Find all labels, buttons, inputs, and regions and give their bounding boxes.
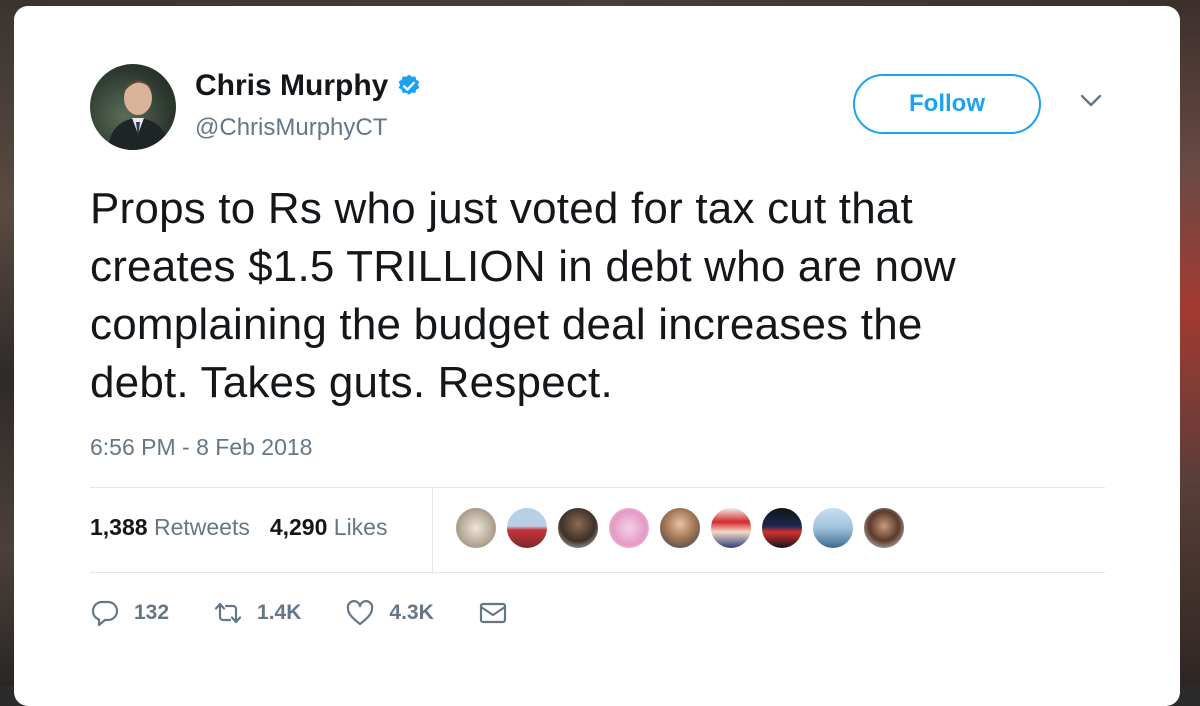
retweet-icon: [214, 602, 242, 624]
follow-button[interactable]: Follow: [853, 74, 1041, 134]
like-action[interactable]: 4.3K: [345, 598, 434, 628]
direct-message-action[interactable]: [478, 598, 508, 628]
likes-count: 4,290: [269, 514, 328, 540]
retweets-label: Retweets: [153, 514, 250, 540]
tweet-text: Props to Rs who just voted for tax cut t…: [90, 180, 1110, 412]
reply-action[interactable]: 132: [90, 598, 169, 628]
author-name-row: Chris Murphy: [195, 69, 422, 103]
liker-avatar[interactable]: [862, 506, 906, 550]
liker-avatar[interactable]: [556, 506, 600, 550]
divider: [90, 572, 1105, 573]
author-avatar[interactable]: [90, 64, 176, 150]
heart-icon: [347, 600, 374, 626]
tweet-actions: 132 1.4K 4.3K: [90, 598, 552, 628]
author-name[interactable]: Chris Murphy: [195, 69, 388, 103]
like-count: 4.3K: [389, 601, 434, 624]
liker-avatar[interactable]: [760, 506, 804, 550]
tweet-text-line: debt. Takes guts. Respect.: [90, 358, 613, 407]
divider: [90, 487, 1105, 488]
liker-avatar[interactable]: [505, 506, 549, 550]
tweet-text-line: Props to Rs who just voted for tax cut t…: [90, 184, 913, 233]
liker-avatar[interactable]: [709, 506, 753, 550]
retweets-count: 1,388: [90, 514, 148, 540]
likes-stat[interactable]: 4,290 Likes: [270, 514, 388, 541]
liker-avatars: [454, 506, 913, 550]
retweet-count: 1.4K: [257, 601, 302, 624]
liker-avatar[interactable]: [658, 506, 702, 550]
stats-separator: [432, 488, 433, 574]
verified-badge-icon: [399, 74, 420, 95]
chevron-down-icon[interactable]: [1080, 94, 1102, 108]
reply-icon: [91, 600, 119, 627]
reply-count: 132: [134, 601, 170, 624]
retweet-action[interactable]: 1.4K: [213, 598, 301, 628]
tweet-text-line: creates $1.5 TRILLION in debt who are no…: [90, 242, 956, 291]
author-handle[interactable]: @ChrisMurphyCT: [195, 114, 387, 142]
tweet-text-line: complaining the budget deal increases th…: [90, 300, 923, 349]
tweet-stats: 1,388 Retweets 4,290 Likes: [90, 514, 407, 541]
tweet-timestamp[interactable]: 6:56 PM - 8 Feb 2018: [90, 434, 312, 461]
tweet-card: Chris Murphy @ChrisMurphyCT Follow Props…: [14, 6, 1180, 706]
liker-avatar[interactable]: [607, 506, 651, 550]
retweets-stat[interactable]: 1,388 Retweets: [90, 514, 250, 541]
envelope-icon: [479, 602, 506, 624]
liker-avatar[interactable]: [454, 506, 498, 550]
likes-label: Likes: [333, 514, 388, 540]
liker-avatar[interactable]: [811, 506, 855, 550]
